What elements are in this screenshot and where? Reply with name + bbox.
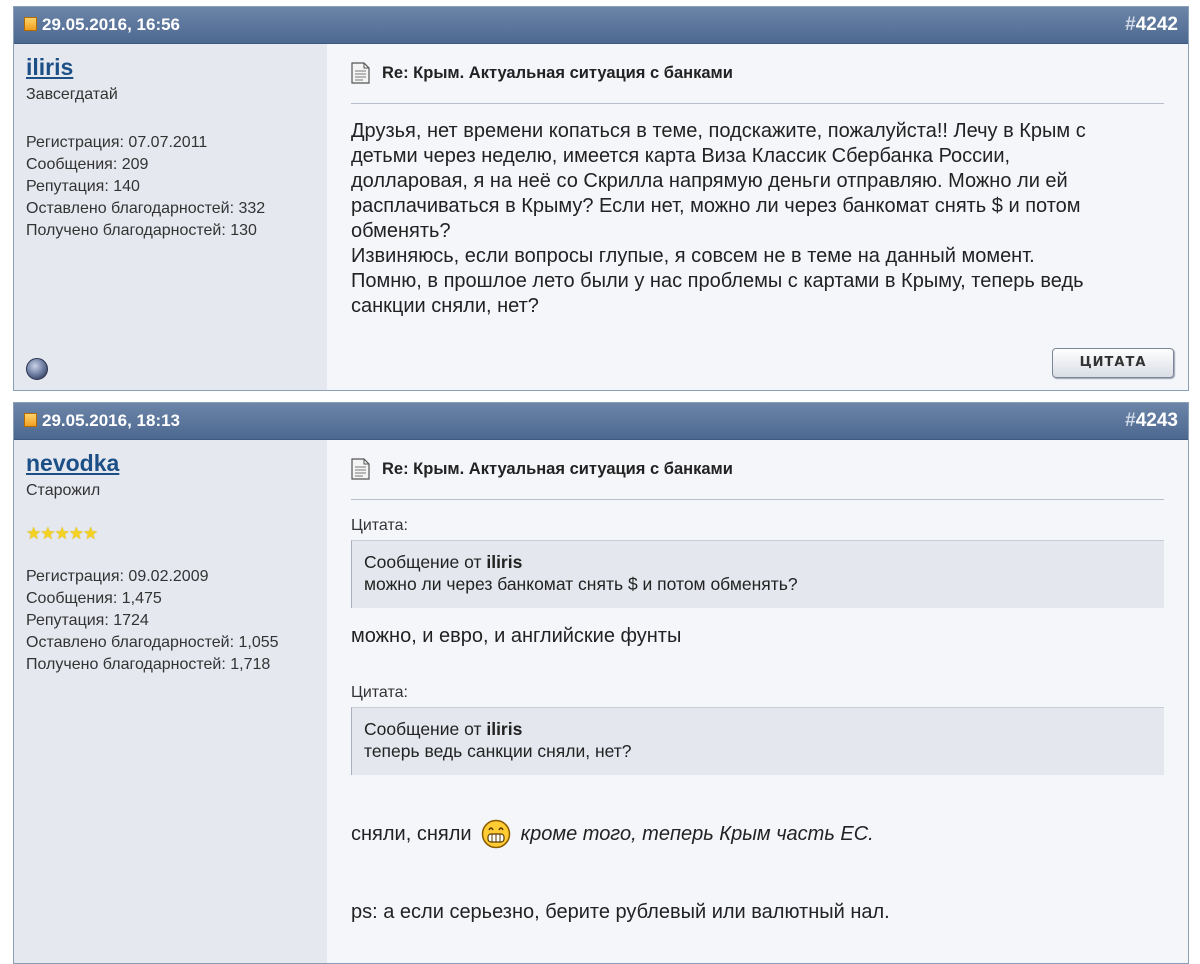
post-header: 29.05.2016, 16:56 #4242 [14,7,1188,44]
username-link[interactable]: iliris [26,54,73,81]
post-4242: 29.05.2016, 16:56 #4242 iliris Завсегдат… [13,6,1189,391]
post-status-icon [24,413,37,427]
stat-registration: Регистрация: 07.07.2011 [26,134,208,151]
stat-reputation: Репутация: 1724 [26,612,149,629]
reply-text-2: сняли, сняли кроме того, теперь Крым час… [351,819,874,849]
user-title: Завсегдатай [26,86,118,103]
post-title: Re: Крым. Актуальная ситуация с банками [351,62,733,84]
post-date: 29.05.2016, 18:13 [24,411,180,431]
body-line: Помню, в прошлое лето были у нас проблем… [351,270,1084,292]
online-status-icon [26,358,48,380]
stat-messages: Сообщения: 209 [26,156,149,173]
reply-text-3: ps: а если серьезно, берите рублевый или… [351,901,890,923]
post-number-hash: # [1125,410,1136,431]
post-date-text: 29.05.2016, 16:56 [42,15,181,34]
quote-button[interactable]: ЦИТАТА [1052,348,1174,378]
body-line: долларовая, я на неё со Скрилла напрямую… [351,170,1068,192]
user-stats: Регистрация: 09.02.2009 Сообщения: 1,475… [26,566,279,676]
title-divider [351,499,1164,500]
rank-stars: ★★★★★ [26,524,98,543]
user-info-column: nevodka Старожил ★★★★★ Регистрация: 09.0… [14,440,327,963]
quote-author: iliris [486,719,523,739]
stat-thanks-received: Получено благодарностей: 130 [26,222,257,239]
stat-thanks-given: Оставлено благодарностей: 332 [26,200,266,217]
quote-label: Цитата: [351,517,408,534]
post-number: 4243 [1135,410,1178,431]
post-content: Re: Крым. Актуальная ситуация с банками … [327,44,1188,390]
stat-registration: Регистрация: 09.02.2009 [26,568,209,585]
post-number-link[interactable]: #4243 [1125,410,1178,432]
stat-messages: Сообщения: 1,475 [26,590,162,607]
post-header: 29.05.2016, 18:13 #4243 [14,403,1188,440]
quote-header: Сообщение от iliris [364,551,1152,573]
post-number-hash: # [1125,14,1136,35]
post-page-icon [351,62,370,84]
post-page-icon [351,458,370,480]
post-title-text: Re: Крым. Актуальная ситуация с банками [382,64,733,82]
stat-thanks-given: Оставлено благодарностей: 1,055 [26,634,279,651]
post-title: Re: Крым. Актуальная ситуация с банками [351,458,733,480]
post-body: Друзья, нет времени копаться в теме, под… [351,119,1158,319]
post-date-text: 29.05.2016, 18:13 [42,411,181,430]
title-divider [351,103,1164,104]
body-line: расплачиваться в Крыму? Если нет, можно … [351,195,1081,217]
body-line: обменять? [351,220,451,242]
post-title-text: Re: Крым. Актуальная ситуация с банками [382,460,733,478]
quote-from-prefix: Сообщение от [364,552,482,572]
stat-thanks-received: Получено благодарностей: 1,718 [26,656,271,673]
post-content: Re: Крым. Актуальная ситуация с банками … [327,440,1188,963]
quote-box: Сообщение от iliris можно ли через банко… [351,540,1164,608]
post-4243: 29.05.2016, 18:13 #4243 nevodka Старожил… [13,402,1189,964]
reply-italic-text: кроме того, теперь Крым часть ЕС. [520,823,874,845]
post-number: 4242 [1135,14,1178,35]
body-line: Извиняюсь, если вопросы глупые, я совсем… [351,245,1035,267]
username-link[interactable]: nevodka [26,450,119,477]
post-number-link[interactable]: #4242 [1125,14,1178,36]
grin-smiley-icon [481,819,511,849]
body-line: детьми через неделю, имеется карта Виза … [351,145,1011,167]
quote-header: Сообщение от iliris [364,718,1152,740]
quote-box: Сообщение от iliris теперь ведь санкции … [351,707,1164,775]
quote-author: iliris [486,552,523,572]
body-line: санкции сняли, нет? [351,295,539,317]
quote-from-prefix: Сообщение от [364,719,482,739]
user-title: Старожил [26,482,101,499]
post-status-icon [24,17,37,31]
quote-text: теперь ведь санкции сняли, нет? [364,741,632,761]
stat-reputation: Репутация: 140 [26,178,140,195]
user-info-column: iliris Завсегдатай Регистрация: 07.07.20… [14,44,327,390]
reply-text-1: можно, и евро, и английские фунты [351,625,682,647]
user-stats: Регистрация: 07.07.2011 Сообщения: 209 Р… [26,132,265,242]
post-date: 29.05.2016, 16:56 [24,15,180,35]
reply-plain-text: сняли, сняли [351,823,472,845]
quote-text: можно ли через банкомат снять $ и потом … [364,574,798,594]
body-line: Друзья, нет времени копаться в теме, под… [351,120,1086,142]
quote-label: Цитата: [351,684,408,701]
